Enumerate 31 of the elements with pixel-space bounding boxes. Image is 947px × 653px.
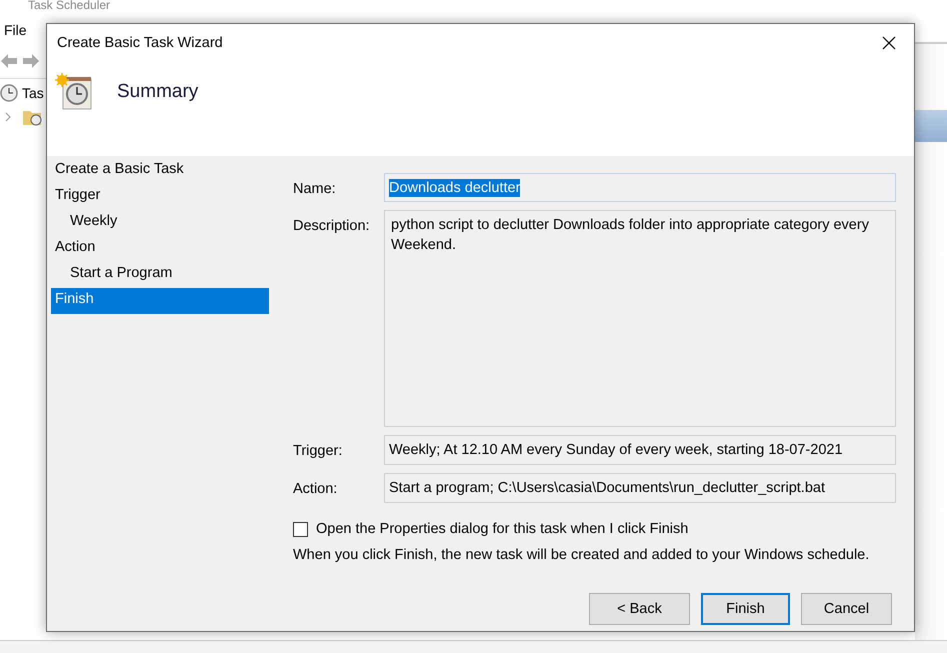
- field-label: Name:: [293, 180, 337, 199]
- wizard-step[interactable]: Action: [51, 236, 269, 262]
- clock-icon: [0, 84, 18, 102]
- wizard-step[interactable]: Trigger: [51, 184, 269, 210]
- folder-clock-icon: [22, 108, 42, 126]
- wizard-step[interactable]: Weekly: [51, 210, 269, 236]
- summary-field[interactable]: Start a program; C:\Users\casia\Documents\run_declutter_script.bat: [384, 473, 896, 503]
- forward-arrow-icon[interactable]: [22, 52, 40, 70]
- checkbox-label[interactable]: Open the Properties dialog for this task when I click Finish: [316, 521, 688, 537]
- info-text: When you click Finish, the new task will be created and added to your Windows schedule.: [293, 547, 870, 563]
- close-icon[interactable]: [882, 36, 896, 50]
- wizard-step[interactable]: Start a Program: [51, 262, 269, 288]
- selected-row-highlight: [915, 110, 947, 142]
- menu-item[interactable]: File: [4, 22, 27, 42]
- app-title: Task Scheduler: [27, 0, 112, 14]
- finish-button[interactable]: Finish: [701, 593, 790, 625]
- description-field[interactable]: python script to declutter Downloads folder into appropriate category every Weekend.: [384, 210, 896, 427]
- cancel-button[interactable]: Cancel: [801, 593, 892, 625]
- expand-chevron-icon[interactable]: [4, 112, 12, 122]
- checkbox[interactable]: [293, 522, 308, 536]
- back-arrow-icon[interactable]: [0, 52, 18, 70]
- field-label: Action:: [293, 480, 338, 499]
- tree-item[interactable]: Tas: [22, 85, 44, 101]
- page-heading: Summary: [117, 81, 198, 103]
- dialog-title: Create Basic Task Wizard: [57, 35, 223, 51]
- wizard-step[interactable]: Create a Basic Task: [51, 158, 269, 184]
- wizard-step[interactable]: Finish: [51, 288, 269, 314]
- summary-field[interactable]: Weekly; At 12.10 AM every Sunday of every week, starting 18-07-2021: [384, 435, 896, 465]
- field-label: Trigger:: [293, 442, 344, 461]
- field-label: Description:: [293, 217, 371, 236]
- back-button[interactable]: < Back: [589, 593, 690, 625]
